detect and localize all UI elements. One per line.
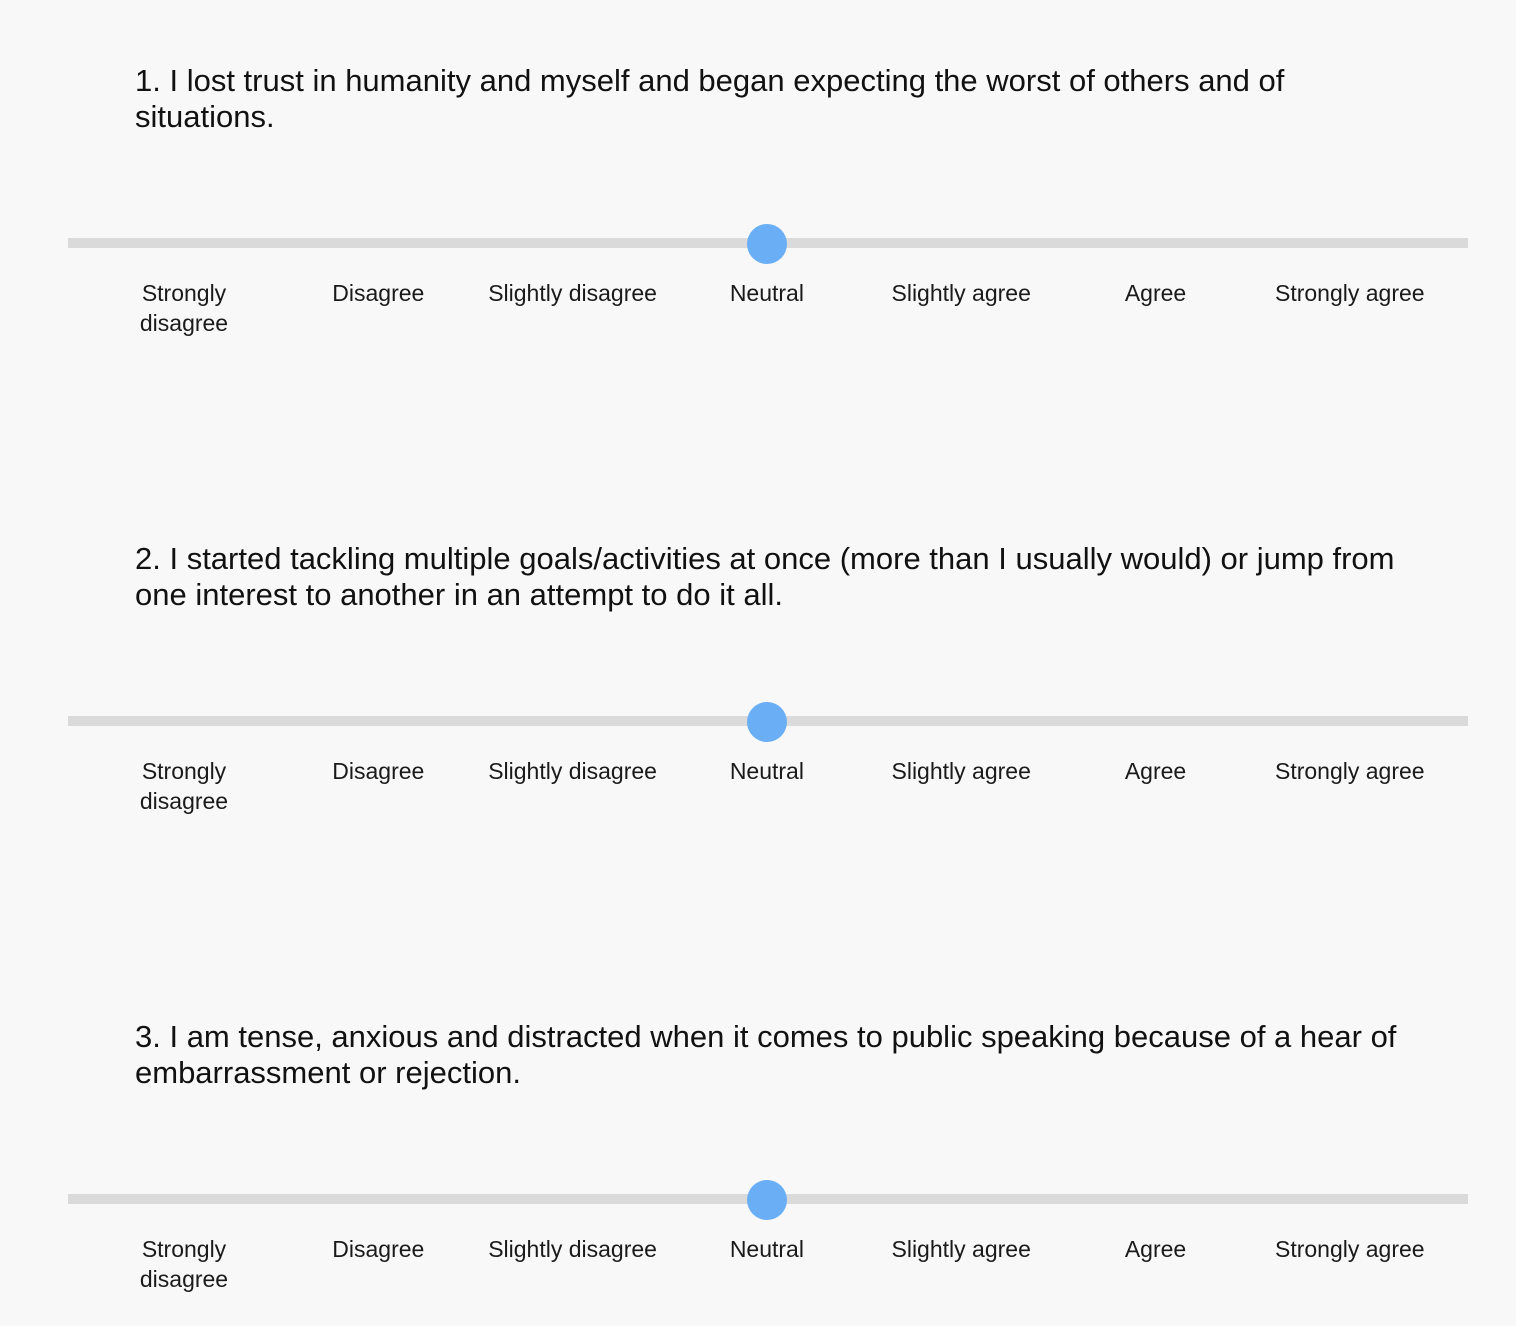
option-agree[interactable]: Agree xyxy=(1071,756,1241,786)
likert-slider[interactable] xyxy=(68,702,1468,742)
option-slightly-agree[interactable]: Slightly agree xyxy=(876,1234,1046,1264)
slider-thumb[interactable] xyxy=(746,224,787,264)
option-strongly-agree[interactable]: Strongly agree xyxy=(1265,756,1435,786)
option-neutral[interactable]: Neutral xyxy=(682,278,852,308)
option-slightly-disagree[interactable]: Slightly disagree xyxy=(488,1234,658,1264)
likert-slider[interactable] xyxy=(68,1180,1468,1220)
slider-thumb[interactable] xyxy=(746,702,787,742)
question-text: 1. I lost trust in humanity and myself a… xyxy=(135,63,1285,134)
question-text: 2. I started tackling multiple goals/act… xyxy=(135,541,1395,612)
option-slightly-disagree[interactable]: Slightly disagree xyxy=(488,278,658,308)
option-disagree[interactable]: Disagree xyxy=(293,756,463,786)
option-neutral[interactable]: Neutral xyxy=(682,756,852,786)
question-text: 3. I am tense, anxious and distracted wh… xyxy=(135,1019,1397,1090)
scale-labels: Strongly disagree Disagree Slightly disa… xyxy=(0,1234,1516,1298)
option-slightly-agree[interactable]: Slightly agree xyxy=(876,756,1046,786)
question-3: 3. I am tense, anxious and distracted wh… xyxy=(0,956,1516,1292)
option-slightly-agree[interactable]: Slightly agree xyxy=(876,278,1046,308)
option-agree[interactable]: Agree xyxy=(1071,278,1241,308)
option-disagree[interactable]: Disagree xyxy=(293,1234,463,1264)
option-strongly-agree[interactable]: Strongly agree xyxy=(1265,278,1435,308)
option-strongly-disagree[interactable]: Strongly disagree xyxy=(124,1234,244,1294)
survey-page: 1. I lost trust in humanity and myself a… xyxy=(0,0,1516,1326)
question-2: 2. I started tackling multiple goals/act… xyxy=(0,478,1516,814)
option-strongly-disagree[interactable]: Strongly disagree xyxy=(124,278,244,338)
option-strongly-agree[interactable]: Strongly agree xyxy=(1265,1234,1435,1264)
likert-slider[interactable] xyxy=(68,224,1468,264)
question-1: 1. I lost trust in humanity and myself a… xyxy=(0,0,1516,336)
slider-thumb[interactable] xyxy=(746,1180,787,1220)
option-slightly-disagree[interactable]: Slightly disagree xyxy=(488,756,658,786)
option-strongly-disagree[interactable]: Strongly disagree xyxy=(124,756,244,816)
option-neutral[interactable]: Neutral xyxy=(682,1234,852,1264)
scale-labels: Strongly disagree Disagree Slightly disa… xyxy=(0,278,1516,342)
scale-labels: Strongly disagree Disagree Slightly disa… xyxy=(0,756,1516,820)
option-agree[interactable]: Agree xyxy=(1071,1234,1241,1264)
option-disagree[interactable]: Disagree xyxy=(293,278,463,308)
